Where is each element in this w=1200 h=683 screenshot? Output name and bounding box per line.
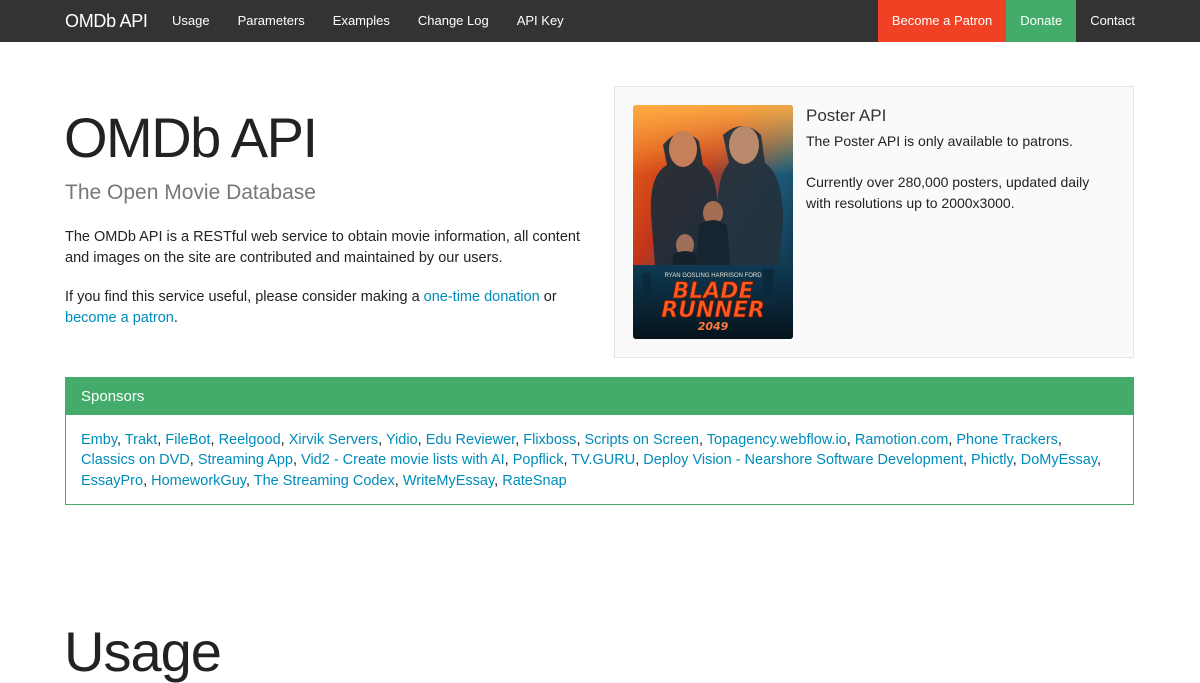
support-suffix: . [173, 309, 178, 326]
sponsor-separator: , [245, 472, 254, 489]
sponsor-link[interactable]: DoMyEssay [1021, 452, 1097, 468]
sponsor-separator: , [962, 452, 972, 469]
sponsor-separator: , [394, 472, 403, 489]
sponsor-link[interactable]: RateSnap [502, 473, 567, 489]
sponsor-link[interactable]: Reelgood [219, 432, 281, 448]
movie-poster-image[interactable]: RYAN GOSLING HARRISON FORD BLADE RUNNER … [633, 105, 793, 339]
sponsor-separator: , [189, 452, 198, 469]
contact-link[interactable]: Contact [1076, 0, 1149, 42]
sponsor-link[interactable]: The Streaming Codex [254, 473, 395, 489]
nav-left-menu: Usage Parameters Examples Change Log API… [158, 0, 578, 42]
sponsor-link[interactable]: Yidio [386, 432, 418, 448]
sponsor-separator: , [417, 432, 426, 448]
support-prefix: If you find this service useful, please … [65, 289, 424, 305]
page-title: OMDb API [64, 106, 318, 169]
page-subtitle: The Open Movie Database [65, 181, 316, 204]
nav-right-menu: Become a Patron Donate Contact [877, 0, 1149, 42]
sponsor-separator: , [210, 432, 219, 448]
sponsor-link[interactable]: Topagency.webflow.io [707, 432, 847, 448]
sponsor-link[interactable]: Emby [81, 432, 117, 448]
sponsor-separator: , [292, 452, 302, 469]
sponsor-separator: , [576, 432, 585, 448]
sponsor-link[interactable]: TV.GURU [571, 452, 635, 468]
sponsor-separator: , [143, 472, 152, 489]
brand-link[interactable]: OMDb API [65, 0, 148, 42]
sponsor-separator: , [494, 472, 503, 489]
sponsor-link[interactable]: Phictly [971, 452, 1013, 468]
become-patron-button[interactable]: Become a Patron [877, 0, 1007, 42]
sponsor-link[interactable]: Deploy Vision - Nearshore Software Devel… [643, 452, 963, 468]
sponsor-link[interactable]: Trakt [125, 432, 158, 448]
sponsor-link[interactable]: EssayPro [81, 473, 143, 489]
sponsor-link[interactable]: Xirvik Servers [289, 432, 378, 448]
sponsor-separator: , [1097, 452, 1102, 469]
poster-year: 2049 [698, 320, 729, 333]
usage-heading: Usage [64, 620, 222, 683]
sponsors-panel: Sponsors Emby, Trakt, FileBot, Reelgood,… [65, 377, 1134, 505]
nav-usage[interactable]: Usage [158, 0, 224, 42]
nav-api-key[interactable]: API Key [503, 0, 578, 42]
top-navbar: OMDb API Usage Parameters Examples Chang… [0, 0, 1200, 42]
sponsor-link[interactable]: Ramotion.com [855, 432, 948, 448]
sponsors-list: Emby, Trakt, FileBot, Reelgood, Xirvik S… [66, 415, 1133, 491]
one-time-donation-link[interactable]: one-time donation [424, 289, 540, 305]
sponsor-separator: , [504, 452, 513, 469]
sponsor-link[interactable]: Classics on DVD [81, 452, 190, 468]
sponsors-heading: Sponsors [66, 378, 1133, 415]
sponsor-link[interactable]: Edu Reviewer [426, 432, 515, 448]
sponsor-link[interactable]: FileBot [165, 432, 210, 448]
sponsor-separator: , [1012, 452, 1021, 469]
support-middle: or [539, 289, 557, 305]
sponsor-separator: , [846, 432, 855, 448]
sponsor-link[interactable]: Vid2 - Create movie lists with AI [301, 452, 505, 468]
nav-change-log[interactable]: Change Log [404, 0, 503, 42]
support-paragraph: If you find this service useful, please … [65, 287, 585, 328]
poster-api-panel: RYAN GOSLING HARRISON FORD BLADE RUNNER … [614, 86, 1134, 358]
sponsor-link[interactable]: Phone Trackers [956, 432, 1058, 448]
sponsor-separator: , [698, 432, 707, 448]
sponsor-link[interactable]: WriteMyEssay [403, 473, 494, 489]
sponsor-separator: , [378, 432, 386, 448]
nav-examples[interactable]: Examples [319, 0, 404, 42]
sponsor-link[interactable]: Scripts on Screen [585, 432, 699, 448]
sponsor-link[interactable]: Flixboss [523, 432, 576, 448]
donate-button[interactable]: Donate [1006, 0, 1077, 42]
sponsor-link[interactable]: Streaming App [198, 452, 293, 468]
sponsor-separator: , [1057, 432, 1062, 448]
sponsor-separator: , [280, 432, 289, 448]
poster-api-text: The Poster API is only available to patr… [806, 133, 1073, 149]
sponsor-separator: , [117, 432, 125, 448]
sponsor-link[interactable]: Popflick [513, 452, 564, 468]
sponsor-link[interactable]: HomeworkGuy [151, 473, 246, 489]
become-patron-link[interactable]: become a patron [65, 310, 174, 326]
nav-parameters[interactable]: Parameters [224, 0, 319, 42]
poster-api-stats: Currently over 280,000 posters, updated … [806, 174, 1090, 211]
poster-api-title: Poster API [806, 106, 887, 125]
intro-paragraph: The OMDb API is a RESTful web service to… [65, 229, 580, 266]
